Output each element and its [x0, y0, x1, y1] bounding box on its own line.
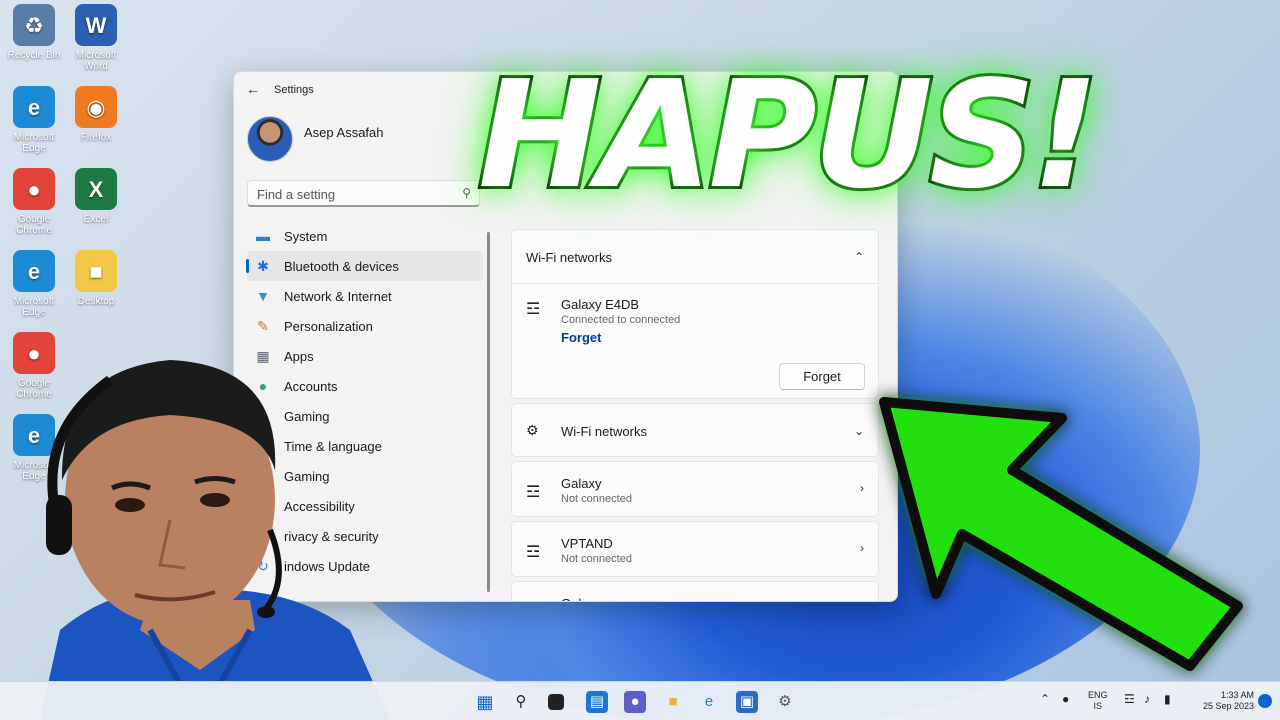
- volume-icon[interactable]: ♪: [1144, 693, 1150, 705]
- start-icon[interactable]: ▦: [474, 691, 496, 713]
- battery-icon[interactable]: ▮: [1164, 693, 1171, 705]
- presenter: [40, 360, 390, 720]
- clock[interactable]: 1:33 AM 25 Sep 2023: [1194, 690, 1254, 712]
- lang-bottom: IS: [1093, 701, 1103, 711]
- search-icon[interactable]: ⚲: [510, 691, 532, 713]
- time: 1:33 AM: [1220, 690, 1254, 700]
- date: 25 Sep 2023: [1202, 701, 1254, 711]
- edge-icon[interactable]: e: [698, 691, 720, 713]
- wifi-icon[interactable]: ☲: [1124, 693, 1135, 705]
- store-icon[interactable]: ▣: [736, 691, 758, 713]
- chat-icon[interactable]: ●: [624, 691, 646, 713]
- notification-icon[interactable]: [1258, 694, 1272, 708]
- settings-gear-icon[interactable]: ⚙: [774, 691, 796, 713]
- widgets-icon[interactable]: ▤: [586, 691, 608, 713]
- chevron-up-icon[interactable]: ⌃: [1040, 693, 1050, 705]
- language-indicator[interactable]: ENG IS: [1088, 690, 1108, 712]
- microphone-icon[interactable]: ●: [1062, 693, 1069, 705]
- taskbar: ▦ ⚲ ▤ ● ■ e ▣ ⚙ ⌃ ● ENG IS ☲ ♪ ▮ 1:33 AM…: [0, 681, 1280, 720]
- file-explorer-icon[interactable]: ■: [662, 691, 684, 713]
- green-arrow-icon: [879, 397, 1243, 671]
- lang-top: ENG: [1088, 690, 1108, 700]
- task-view-icon[interactable]: [548, 694, 564, 710]
